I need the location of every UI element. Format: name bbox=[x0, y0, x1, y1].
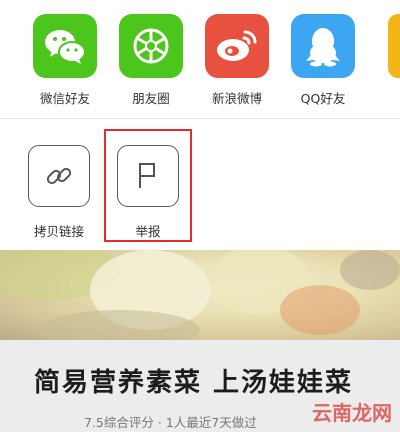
share-panel: 微信好友 朋友圈 新浪微博 QQ好友 bbox=[0, 0, 400, 118]
share-next-icon[interactable] bbox=[388, 14, 400, 78]
share-moments-label: 朋友圈 bbox=[132, 91, 170, 106]
share-weibo-label: 新浪微博 bbox=[211, 91, 262, 106]
share-moments[interactable]: 朋友圈 bbox=[116, 14, 186, 107]
share-wechat-friend[interactable]: 微信好友 bbox=[30, 14, 100, 107]
weibo-icon bbox=[205, 14, 269, 78]
watermark: 云南龙网 bbox=[312, 401, 392, 425]
moments-icon bbox=[119, 14, 183, 78]
highlight-box bbox=[104, 129, 192, 242]
copy-link-button[interactable]: 拷贝链接 bbox=[24, 145, 94, 240]
copy-link-label: 拷贝链接 bbox=[33, 224, 84, 239]
share-weibo[interactable]: 新浪微博 bbox=[202, 14, 272, 107]
share-qq[interactable]: QQ好友 bbox=[288, 14, 358, 107]
action-panel: 拷贝链接 举报 bbox=[0, 119, 400, 250]
recipe-preview: 简易营养素菜 上汤娃娃菜 7.5综合评分 · 1人最近7天做过 云南龙网 bbox=[0, 250, 400, 432]
recipe-meta: 7.5综合评分 · 1人最近7天做过 bbox=[84, 415, 257, 430]
share-wechat-friend-label: 微信好友 bbox=[39, 91, 90, 106]
link-icon bbox=[28, 145, 90, 207]
wechat-icon bbox=[33, 14, 97, 78]
share-qq-label: QQ好友 bbox=[300, 91, 346, 106]
qq-icon bbox=[291, 14, 355, 78]
recipe-title: 简易营养素菜 上汤娃娃菜 bbox=[34, 368, 354, 398]
recipe-photo bbox=[0, 250, 400, 350]
recipe-card[interactable]: 简易营养素菜 上汤娃娃菜 7.5综合评分 · 1人最近7天做过 云南龙网 bbox=[0, 340, 400, 432]
